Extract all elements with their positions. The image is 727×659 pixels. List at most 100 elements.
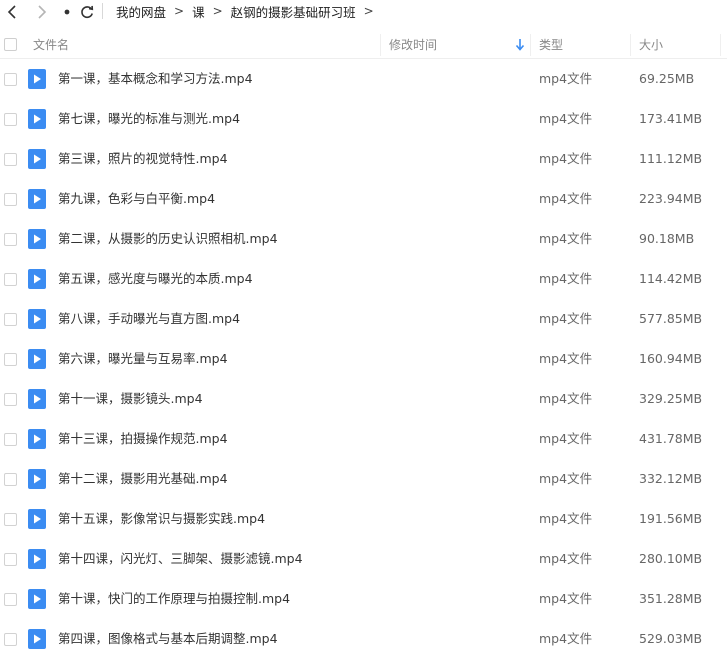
video-file-icon <box>28 69 46 89</box>
video-file-icon <box>28 349 46 369</box>
table-row[interactable]: 第三课，照片的视觉特性.mp4 mp4文件 111.12MB <box>0 139 727 179</box>
column-divider <box>380 34 381 56</box>
file-type: mp4文件 <box>539 631 593 646</box>
table-row[interactable]: 第二课，从摄影的历史认识照相机.mp4 mp4文件 90.18MB <box>0 219 727 259</box>
row-checkbox[interactable] <box>4 513 17 526</box>
file-size: 280.10MB <box>639 551 703 566</box>
table-row[interactable]: 第十二课，摄影用光基础.mp4 mp4文件 332.12MB <box>0 459 727 499</box>
column-divider <box>530 34 531 56</box>
video-file-icon <box>28 269 46 289</box>
video-file-icon <box>28 229 46 249</box>
dot-icon[interactable] <box>58 2 76 22</box>
table-row[interactable]: 第十三课，拍摄操作规范.mp4 mp4文件 431.78MB <box>0 419 727 459</box>
table-row[interactable]: 第十课，快门的工作原理与拍摄控制.mp4 mp4文件 351.28MB <box>0 579 727 619</box>
row-checkbox[interactable] <box>4 153 17 166</box>
video-file-icon <box>28 309 46 329</box>
refresh-icon[interactable] <box>78 2 96 22</box>
table-row[interactable]: 第九课，色彩与白平衡.mp4 mp4文件 223.94MB <box>0 179 727 219</box>
video-file-icon <box>28 149 46 169</box>
file-size: 114.42MB <box>639 271 703 286</box>
table-row[interactable]: 第一课，基本概念和学习方法.mp4 mp4文件 69.25MB <box>0 59 727 99</box>
video-file-icon <box>28 509 46 529</box>
toolbar-divider <box>102 3 103 19</box>
select-all-checkbox[interactable] <box>4 38 17 51</box>
table-row[interactable]: 第十四课，闪光灯、三脚架、摄影滤镜.mp4 mp4文件 280.10MB <box>0 539 727 579</box>
sort-down-icon[interactable] <box>514 38 526 52</box>
file-name[interactable]: 第六课，曝光量与互易率.mp4 <box>58 339 228 379</box>
column-header-type[interactable]: 类型 <box>539 32 563 58</box>
table-row[interactable]: 第七课，曝光的标准与测光.mp4 mp4文件 173.41MB <box>0 99 727 139</box>
file-name[interactable]: 第五课，感光度与曝光的本质.mp4 <box>58 259 253 299</box>
breadcrumb-item-course[interactable]: 课 <box>192 2 205 21</box>
breadcrumb-separator: > <box>174 4 185 18</box>
table-row[interactable]: 第十五课，影像常识与摄影实践.mp4 mp4文件 191.56MB <box>0 499 727 539</box>
file-size: 529.03MB <box>639 631 703 646</box>
column-divider <box>630 34 631 56</box>
file-type: mp4文件 <box>539 591 593 606</box>
row-checkbox[interactable] <box>4 553 17 566</box>
file-size: 160.94MB <box>639 351 703 366</box>
chevron-left-icon[interactable] <box>3 2 21 22</box>
file-name[interactable]: 第九课，色彩与白平衡.mp4 <box>58 179 215 219</box>
file-size: 173.41MB <box>639 111 703 126</box>
video-file-icon <box>28 429 46 449</box>
file-size: 90.18MB <box>639 231 695 246</box>
file-type: mp4文件 <box>539 391 593 406</box>
file-name[interactable]: 第十四课，闪光灯、三脚架、摄影滤镜.mp4 <box>58 539 303 579</box>
row-checkbox[interactable] <box>4 73 17 86</box>
file-name[interactable]: 第三课，照片的视觉特性.mp4 <box>58 139 228 179</box>
breadcrumb-separator: > <box>363 4 374 18</box>
file-size: 329.25MB <box>639 391 703 406</box>
file-size: 431.78MB <box>639 431 703 446</box>
file-list-header: 文件名 修改时间 类型 大小 <box>0 32 727 59</box>
file-name[interactable]: 第十五课，影像常识与摄影实践.mp4 <box>58 499 265 539</box>
row-checkbox[interactable] <box>4 473 17 486</box>
file-type: mp4文件 <box>539 71 593 86</box>
file-type: mp4文件 <box>539 311 593 326</box>
file-type: mp4文件 <box>539 351 593 366</box>
file-name[interactable]: 第二课，从摄影的历史认识照相机.mp4 <box>58 219 278 259</box>
column-header-mtime[interactable]: 修改时间 <box>389 32 437 58</box>
file-name[interactable]: 第八课，手动曝光与直方图.mp4 <box>58 299 240 339</box>
table-row[interactable]: 第四课，图像格式与基本后期调整.mp4 mp4文件 529.03MB <box>0 619 727 659</box>
file-size: 332.12MB <box>639 471 703 486</box>
video-file-icon <box>28 469 46 489</box>
table-row[interactable]: 第六课，曝光量与互易率.mp4 mp4文件 160.94MB <box>0 339 727 379</box>
table-row[interactable]: 第五课，感光度与曝光的本质.mp4 mp4文件 114.42MB <box>0 259 727 299</box>
row-checkbox[interactable] <box>4 313 17 326</box>
file-size: 577.85MB <box>639 311 703 326</box>
table-row[interactable]: 第十一课，摄影镜头.mp4 mp4文件 329.25MB <box>0 379 727 419</box>
column-divider <box>720 34 721 56</box>
row-checkbox[interactable] <box>4 433 17 446</box>
row-checkbox[interactable] <box>4 393 17 406</box>
row-checkbox[interactable] <box>4 593 17 606</box>
row-checkbox[interactable] <box>4 273 17 286</box>
file-name[interactable]: 第七课，曝光的标准与测光.mp4 <box>58 99 240 139</box>
breadcrumb: 我的网盘 > 课 > 赵钢的摄影基础研习班 > <box>116 1 382 21</box>
video-file-icon <box>28 589 46 609</box>
column-header-name[interactable]: 文件名 <box>33 32 69 58</box>
file-type: mp4文件 <box>539 231 593 246</box>
video-file-icon <box>28 189 46 209</box>
row-checkbox[interactable] <box>4 193 17 206</box>
file-name[interactable]: 第一课，基本概念和学习方法.mp4 <box>58 59 253 99</box>
column-header-size[interactable]: 大小 <box>639 32 663 58</box>
breadcrumb-item-home[interactable]: 我的网盘 <box>116 2 166 21</box>
file-name[interactable]: 第十二课，摄影用光基础.mp4 <box>58 459 228 499</box>
file-type: mp4文件 <box>539 271 593 286</box>
file-type: mp4文件 <box>539 151 593 166</box>
video-file-icon <box>28 389 46 409</box>
breadcrumb-separator: > <box>212 4 223 18</box>
file-name[interactable]: 第十课，快门的工作原理与拍摄控制.mp4 <box>58 579 290 619</box>
file-name[interactable]: 第十一课，摄影镜头.mp4 <box>58 379 203 419</box>
row-checkbox[interactable] <box>4 113 17 126</box>
row-checkbox[interactable] <box>4 633 17 646</box>
video-file-icon <box>28 109 46 129</box>
file-name[interactable]: 第十三课，拍摄操作规范.mp4 <box>58 419 228 459</box>
breadcrumb-item-current[interactable]: 赵钢的摄影基础研习班 <box>231 2 356 21</box>
row-checkbox[interactable] <box>4 353 17 366</box>
chevron-right-icon[interactable] <box>33 2 51 22</box>
row-checkbox[interactable] <box>4 233 17 246</box>
table-row[interactable]: 第八课，手动曝光与直方图.mp4 mp4文件 577.85MB <box>0 299 727 339</box>
file-name[interactable]: 第四课，图像格式与基本后期调整.mp4 <box>58 619 278 659</box>
